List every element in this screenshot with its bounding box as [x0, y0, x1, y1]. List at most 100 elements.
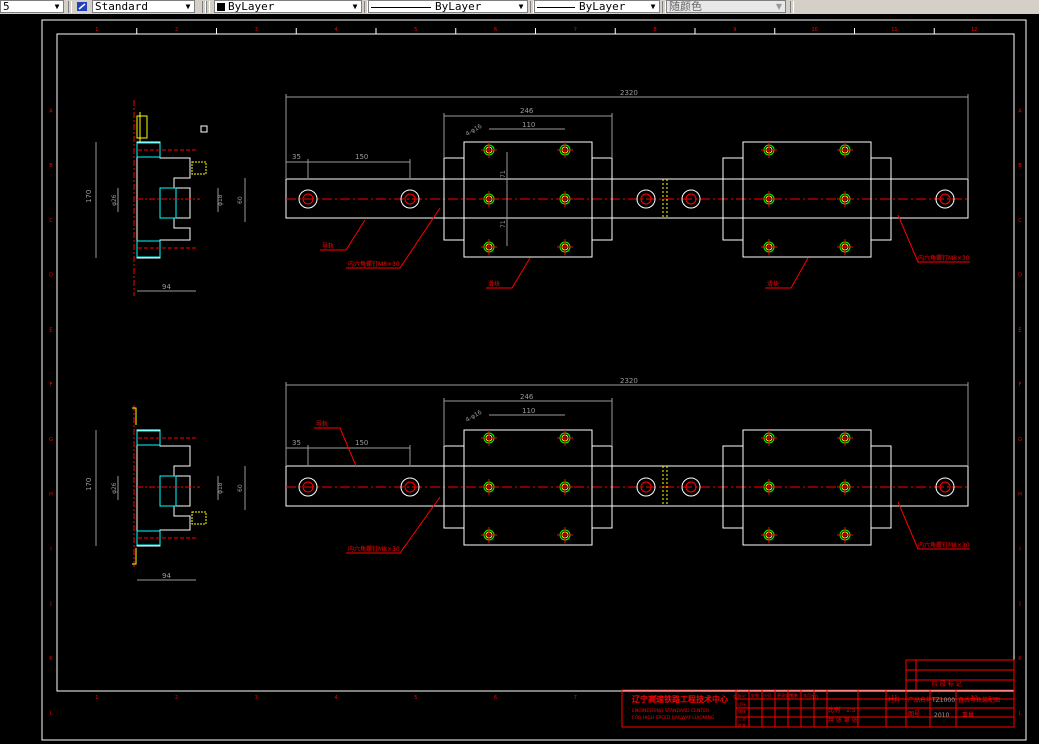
zone-letter-left: E — [49, 327, 52, 333]
zone-letter-left: A — [49, 108, 53, 114]
side1-width-dim: 94 — [162, 283, 171, 291]
view1-carriage-a-label: 滑块 — [488, 280, 500, 288]
view1-150-dim: 150 — [355, 153, 368, 161]
side2-d3-dim: 60 — [237, 484, 244, 492]
company-name-cn: 辽宁高速铁路工程技术中心 — [632, 694, 728, 704]
text-style-icon[interactable] — [76, 1, 88, 12]
title-row-label: 工艺 — [738, 716, 746, 721]
zone-number-top: 4 — [335, 27, 338, 33]
dim-style-value: 5 — [3, 0, 10, 13]
view2-bolt-right-label: 内六角螺钉M8×30 — [918, 541, 970, 549]
text-style-value: Standard — [95, 0, 148, 13]
zone-letter-left: I — [50, 546, 51, 552]
color-control-dropdown[interactable]: ByLayer ▼ — [214, 0, 362, 13]
zone-letter-right: D — [1018, 273, 1022, 279]
zone-letter-left: J — [49, 601, 51, 607]
toolbar-separator — [68, 1, 72, 13]
side1-height-dim: 170 — [85, 190, 93, 203]
chevron-down-icon[interactable]: ▼ — [516, 2, 526, 12]
zone-number-bottom: 7 — [574, 695, 577, 701]
zone-number-top: 1 — [95, 27, 98, 33]
plot-style-dropdown[interactable]: 随颜色 ▼ — [666, 0, 786, 13]
toolbar-separator — [790, 1, 794, 13]
text-style-glyph — [77, 2, 87, 11]
zone-number-top: 7 — [574, 27, 577, 33]
chevron-down-icon[interactable]: ▼ — [774, 2, 784, 12]
linetype-sample-icon — [371, 6, 431, 8]
zone-letter-left: D — [49, 273, 53, 279]
toolbar-separator — [206, 1, 210, 13]
view1-carriage-dim: 246 — [520, 107, 534, 115]
zone-number-top: 9 — [733, 27, 736, 33]
color-control-value: ByLayer — [228, 0, 275, 13]
scale-label: 比例 — [828, 706, 840, 714]
side1-d2-dim: φ18 — [217, 194, 224, 206]
zone-letter-left: G — [49, 437, 53, 443]
view1-overall-dim: 2320 — [620, 89, 638, 97]
title-row-label: 设计 — [738, 701, 746, 707]
zone-letter-right: F — [1019, 382, 1022, 388]
zone-letter-right: E — [1018, 327, 1021, 333]
view2-pitch-dim: 110 — [522, 407, 535, 415]
product-value: 直线导轨装配图 — [958, 696, 1000, 704]
scale-value: 1:5 — [846, 707, 856, 714]
company-name-en-1: ENGINEERING STANDARD CENTER — [632, 708, 709, 714]
side2-d2-dim: φ18 — [217, 482, 224, 494]
view2-overall-dim: 2320 — [620, 377, 638, 385]
title-row-label: 审核 — [738, 708, 746, 714]
zone-number-top: 12 — [971, 27, 977, 33]
title-row-label: 批准 — [738, 722, 746, 728]
zone-number-top: 8 — [654, 27, 657, 33]
zone-letter-left: B — [49, 163, 53, 169]
chevron-down-icon[interactable]: ▼ — [52, 2, 62, 12]
weight-label: 重量 — [962, 711, 974, 719]
year-value: 2010 — [934, 712, 949, 719]
canvas-background — [0, 14, 1039, 744]
zone-letter-right: G — [1018, 437, 1022, 443]
zone-number-top: 2 — [175, 27, 178, 33]
view1-rail-label: 导轨 — [322, 242, 334, 250]
zone-letter-left: C — [49, 218, 53, 224]
text-style-dropdown[interactable]: Standard ▼ — [92, 0, 195, 13]
zone-number-bottom: 4 — [335, 695, 338, 701]
company-name-en-2: FOR HIGH SPEED RAILWAY LIAONING — [632, 715, 715, 721]
side1-d1-dim: φ26 — [111, 194, 118, 206]
zone-number-bottom: 5 — [414, 695, 417, 701]
zone-letter-right: J — [1018, 601, 1020, 607]
zone-letter-left: L — [50, 711, 53, 717]
zone-letter-right: B — [1018, 163, 1022, 169]
title-header-cell: 标记 — [738, 692, 746, 698]
zone-number-bottom: 1 — [95, 695, 98, 701]
view2-carriage-dim: 246 — [520, 393, 534, 401]
drawing-canvas[interactable]: 112233445566778899101011111212A AB BC CD DE E… — [0, 14, 1039, 744]
side1-d3-dim: 60 — [237, 196, 244, 204]
zone-number-top: 11 — [891, 27, 897, 33]
properties-toolbar: 5 ▼ Standard ▼ ByLayer ▼ ByLayer ▼ ByLay… — [0, 0, 1039, 15]
chevron-down-icon[interactable]: ▼ — [350, 2, 360, 12]
zone-letter-right: A — [1018, 108, 1022, 114]
view1-pitch-dim: 110 — [522, 121, 535, 129]
zone-number-top: 10 — [811, 27, 817, 33]
zone-number-top: 5 — [414, 27, 417, 33]
linetype-control-value: ByLayer — [435, 0, 482, 13]
view1-71a-dim: 71 — [500, 170, 507, 178]
material-label: 材料 — [888, 696, 900, 704]
side2-width-dim: 94 — [162, 572, 171, 580]
chevron-down-icon[interactable]: ▼ — [183, 2, 193, 12]
zone-number-bottom: 6 — [494, 695, 497, 701]
linetype-control-dropdown[interactable]: ByLayer ▼ — [368, 0, 528, 13]
title-header-cell: 分区 — [764, 692, 772, 698]
chevron-down-icon[interactable]: ▼ — [648, 2, 658, 12]
zone-letter-right: I — [1019, 546, 1020, 552]
dim-style-dropdown[interactable]: 5 ▼ — [0, 0, 64, 13]
zone-number-bottom: 2 — [175, 695, 178, 701]
title-header-cell: 签名 — [790, 692, 798, 698]
zone-letter-right: L — [1019, 711, 1022, 717]
title-header-cell: 年月日 — [803, 692, 815, 698]
lineweight-control-dropdown[interactable]: ByLayer ▼ — [534, 0, 660, 13]
view2-150-dim: 150 — [355, 439, 368, 447]
revision-label: 阶 段 标 记 — [932, 680, 962, 688]
view1-bolt-left-label: 内六角螺钉M8×30 — [348, 260, 400, 268]
title-header-cell: 处数 — [751, 692, 759, 698]
side2-d1-dim: φ26 — [111, 482, 118, 494]
